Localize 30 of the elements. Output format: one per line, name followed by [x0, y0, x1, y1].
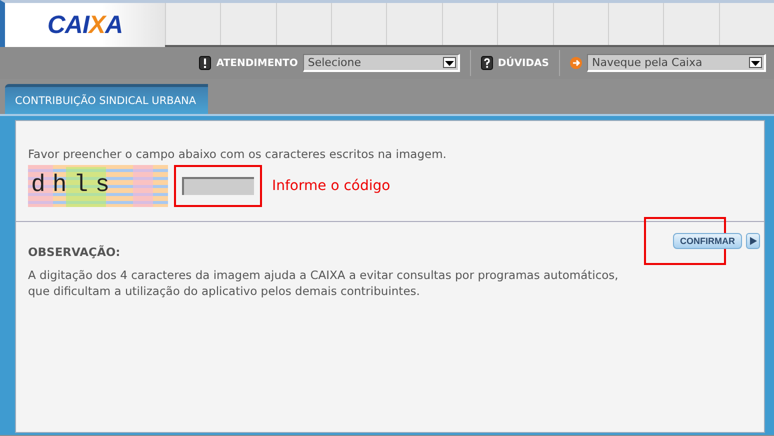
code-input[interactable]	[182, 177, 254, 195]
header-tile	[386, 3, 442, 45]
tab[interactable]: CONTRIBUIÇÃO SINDICAL URBANA	[5, 84, 208, 114]
header-tile	[165, 3, 220, 45]
header-tile	[663, 3, 719, 45]
header-tile	[608, 3, 664, 45]
caret-icon	[442, 57, 456, 68]
hint-text: Informe o código	[272, 178, 390, 194]
help-icon	[480, 56, 493, 70]
header-tile	[442, 3, 498, 45]
logo: CAIXA	[47, 10, 123, 40]
alert-icon	[199, 56, 212, 70]
header-tile	[497, 3, 553, 45]
nav-label: DÚVIDAS	[498, 58, 549, 68]
header-tile	[331, 3, 386, 45]
header-tile	[276, 3, 332, 45]
nav-label: ATENDIMENTO	[216, 58, 298, 68]
dropdown[interactable]: Naveque pela Caixa	[587, 54, 766, 72]
confirm-button[interactable]: CONFIRMAR	[673, 233, 742, 249]
dropdown[interactable]: Selecione	[302, 54, 460, 72]
play-icon[interactable]	[746, 233, 760, 249]
instruction-text: Favor preencher o campo abaixo com os caracteres escritos na imagem.	[28, 147, 448, 161]
header-tile	[552, 3, 608, 45]
note-text: A digitação dos 4 caracteres da imagem ajuda a CAIXA a evitar consultas por programas automáticos, que dificultam a utilização do aplicativo pelos demais contribuintes.	[28, 267, 620, 299]
captcha-text: dhls	[30, 172, 117, 199]
caret-icon	[749, 57, 762, 68]
arrow-icon	[570, 57, 582, 69]
header-tile	[220, 3, 276, 45]
note-title: OBSERVAÇÃO:	[28, 245, 122, 259]
header-tile	[718, 3, 774, 45]
